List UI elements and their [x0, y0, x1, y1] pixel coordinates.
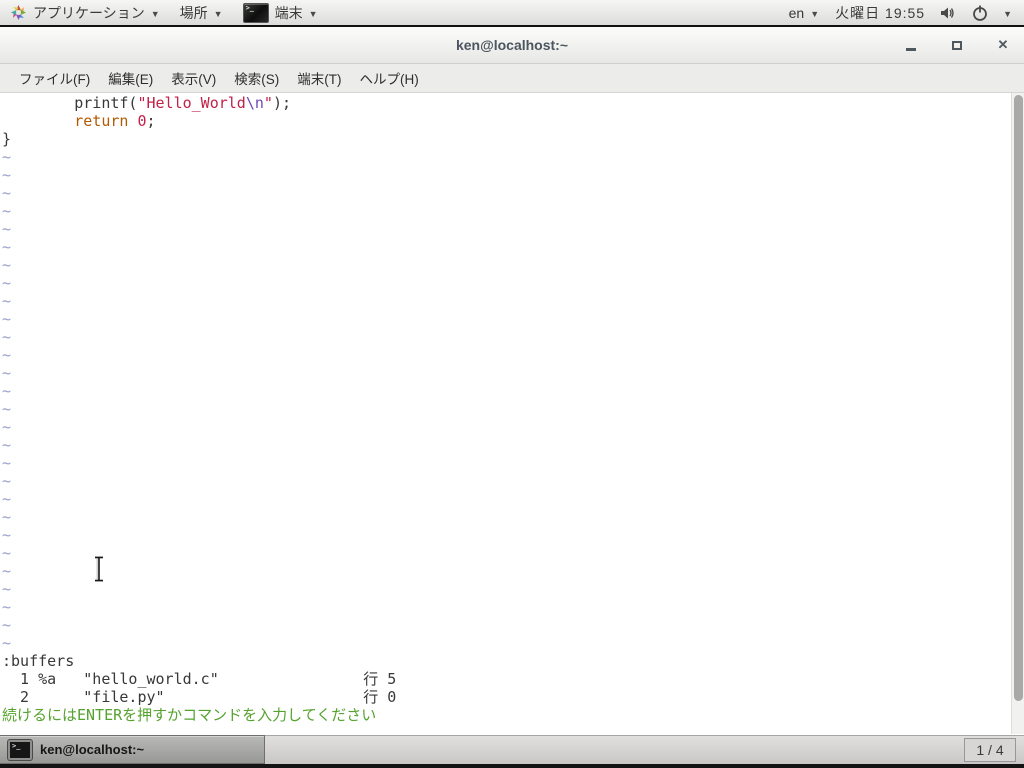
maximize-button[interactable] — [946, 34, 968, 56]
active-app-menu-label: 端末 — [274, 4, 303, 21]
close-button[interactable]: ✕ — [992, 34, 1014, 56]
window-title: ken@localhost:~ — [455, 37, 569, 53]
text-cursor-pointer — [95, 556, 103, 582]
minimize-button[interactable] — [900, 34, 922, 56]
menu-view[interactable]: 表示(V) — [162, 64, 225, 92]
terminal-line: ~ — [2, 292, 12, 310]
menu-search[interactable]: 検索(S) — [225, 64, 288, 92]
volume-icon[interactable] — [939, 4, 957, 22]
terminal-line: ~ — [2, 274, 12, 292]
menu-terminal[interactable]: 端末(T) — [288, 64, 350, 92]
chevron-down-icon: ▼ — [308, 8, 318, 19]
terminal-line: 続けるにはENTERを押すかコマンドを入力してください — [2, 706, 377, 724]
terminal-line: ~ — [2, 490, 12, 508]
chevron-down-icon: ▼ — [213, 8, 223, 19]
menu-edit[interactable]: 編集(E) — [99, 64, 162, 92]
workspace-indicator-label: 1 / 4 — [976, 742, 1004, 758]
terminal-line: ~ — [2, 346, 12, 364]
terminal-line: ~ — [2, 634, 12, 652]
keyboard-layout-indicator[interactable]: en ▼ — [787, 5, 822, 21]
terminal-line: ~ — [2, 238, 12, 256]
terminal-content[interactable]: printf("Hello_World\n"); return 0;} ~ ~ ~ ~ ~… — [0, 93, 1024, 734]
titlebar[interactable]: ken@localhost:~ ✕ — [0, 27, 1024, 64]
vim-buffer-text: printf("Hello_World\n"); return 0;} ~ ~ ~ ~ ~… — [0, 93, 1024, 724]
terminal-line: ~ — [2, 562, 12, 580]
chevron-down-icon: ▼ — [810, 8, 820, 19]
terminal-line: printf("Hello_World\n"); — [2, 94, 291, 112]
terminal-app-icon — [242, 2, 269, 23]
terminal-line: ~ — [2, 580, 12, 598]
terminal-line: ~ — [2, 472, 12, 490]
scrollbar[interactable] — [1011, 93, 1024, 734]
terminal-line: ~ — [2, 436, 12, 454]
terminal-line: ~ — [2, 526, 12, 544]
terminal-line: ~ — [2, 184, 12, 202]
terminal-line: ~ — [2, 454, 12, 472]
terminal-line: :buffers — [2, 652, 75, 670]
chevron-down-icon[interactable]: ▼ — [1003, 9, 1012, 19]
close-icon: ✕ — [997, 37, 1009, 52]
terminal-line: ~ — [2, 400, 12, 418]
terminal-line: ~ — [2, 598, 12, 616]
top-panel: アプリケーション ▼ 場所 ▼ 端末 ▼ en ▼ 火曜日 19:55 ▼ — [0, 0, 1024, 27]
maximize-icon — [952, 40, 962, 50]
clock[interactable]: 火曜日 19:55 — [835, 3, 925, 23]
terminal-line: ~ — [2, 256, 12, 274]
taskbar-window-button[interactable]: ken@localhost:~ — [0, 735, 265, 764]
minimize-icon — [906, 47, 916, 51]
terminal-line: ~ — [2, 364, 12, 382]
menubar: ファイル(F) 編集(E) 表示(V) 検索(S) 端末(T) ヘルプ(H) — [0, 64, 1024, 93]
places-menu-label: 場所 — [179, 4, 208, 21]
power-icon[interactable] — [971, 4, 989, 22]
keyboard-layout-label: en — [788, 4, 805, 21]
terminal-line: ~ — [2, 166, 12, 184]
terminal-line: ~ — [2, 508, 12, 526]
terminal-line: ~ — [2, 382, 12, 400]
terminal-window: ken@localhost:~ ✕ ファイル(F) 編集(E) 表示(V) 検索… — [0, 27, 1024, 735]
applications-icon — [10, 4, 27, 21]
terminal-line: } — [2, 130, 12, 148]
terminal-task-icon — [8, 739, 32, 760]
terminal-line: ~ — [2, 616, 12, 634]
terminal-line: 1 %a "hello_world.c" 行 5 — [2, 670, 397, 688]
terminal-line: ~ — [2, 544, 12, 562]
terminal-line: ~ — [2, 148, 12, 166]
workspace-switcher[interactable]: 1 / 4 — [964, 738, 1016, 762]
taskbar: ken@localhost:~ 1 / 4 — [0, 735, 1024, 768]
applications-menu[interactable]: アプリケーション ▼ — [0, 0, 170, 25]
applications-menu-label: アプリケーション — [33, 4, 145, 21]
menu-help[interactable]: ヘルプ(H) — [351, 64, 428, 92]
terminal-line: 2 "file.py" 行 0 — [2, 688, 397, 706]
terminal-line: ~ — [2, 202, 12, 220]
places-menu[interactable]: 場所 ▼ — [170, 0, 233, 25]
terminal-line: ~ — [2, 328, 12, 346]
terminal-line: return 0; — [74, 112, 156, 130]
terminal-line: ~ — [2, 310, 12, 328]
scrollbar-thumb[interactable] — [1014, 95, 1023, 701]
terminal-line: ~ — [2, 418, 12, 436]
active-app-menu[interactable]: 端末 ▼ — [233, 0, 328, 25]
menu-file[interactable]: ファイル(F) — [10, 64, 99, 92]
terminal-line: ~ — [2, 220, 12, 238]
chevron-down-icon: ▼ — [150, 8, 160, 19]
taskbar-window-label: ken@localhost:~ — [40, 742, 145, 757]
